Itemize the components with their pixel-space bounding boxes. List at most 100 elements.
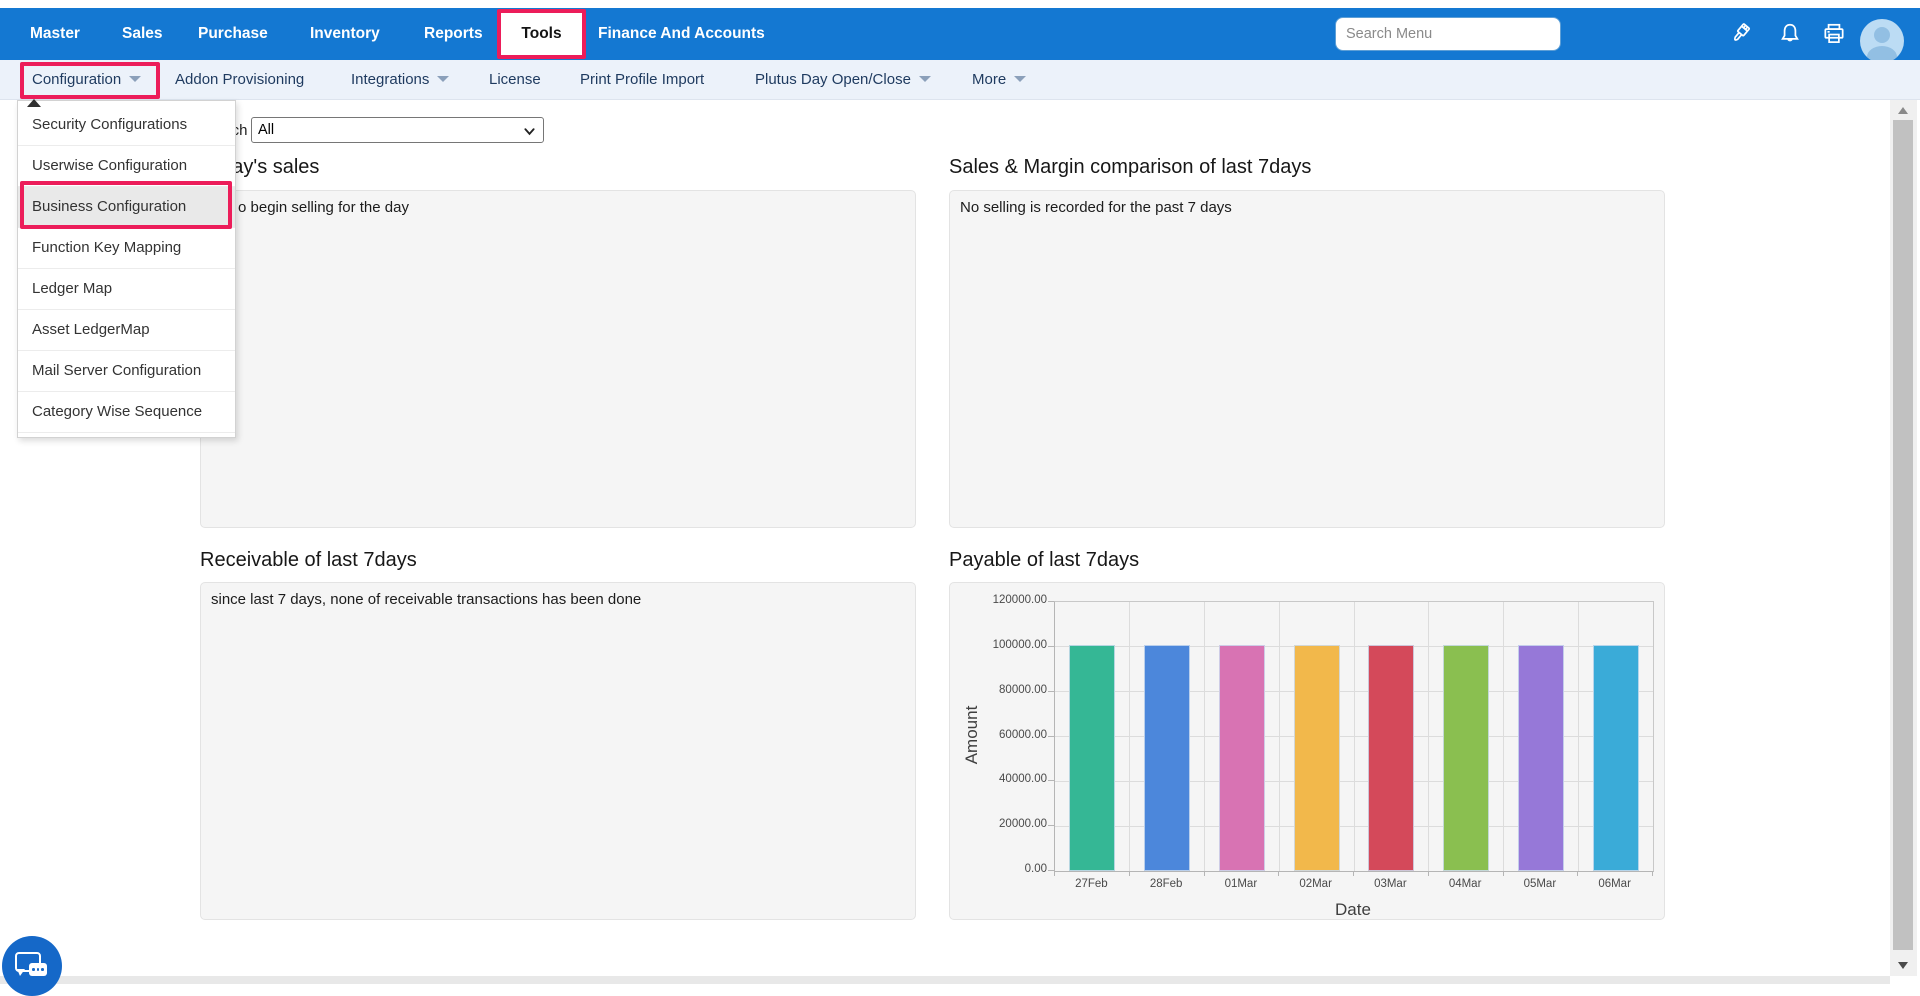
panel-todays-sales: o begin selling for the day <box>200 190 916 528</box>
receivable-message: since last 7 days, none of receivable tr… <box>211 591 641 608</box>
chart-xtick-mark <box>1353 871 1354 876</box>
chart-bar-06Mar[interactable] <box>1593 645 1639 871</box>
brush-icon[interactable] <box>1726 8 1754 60</box>
chart-bar-02Mar[interactable] <box>1294 645 1340 871</box>
tools-sub-nav-bar: Configuration Addon Provisioning Integra… <box>0 60 1920 100</box>
panel-payable-chart: Amount Date 0.0020000.0040000.0060000.00… <box>949 582 1665 920</box>
chart-xtick-mark <box>1129 871 1130 876</box>
chart-xtick-label-03Mar: 03Mar <box>1353 878 1428 890</box>
chart-ytick-label: 100000.00 <box>952 639 1047 651</box>
search-menu-input[interactable] <box>1335 17 1561 51</box>
chart-xtick-mark <box>1577 871 1578 876</box>
menu-item-function-key-mapping[interactable]: Function Key Mapping <box>18 228 235 269</box>
subnav-label: Configuration <box>32 71 121 88</box>
subnav-item-integrations[interactable]: Integrations <box>351 60 449 100</box>
menu-item-mail-server-configuration[interactable]: Mail Server Configuration <box>18 351 235 392</box>
nav-item-inventory[interactable]: Inventory <box>310 8 380 60</box>
chart-bar-01Mar[interactable] <box>1219 645 1265 871</box>
nav-item-tools annotation-box-tools[interactable]: Tools <box>497 9 586 59</box>
chart-xtick-mark <box>1278 871 1279 876</box>
chart-ytick-mark <box>1048 601 1054 602</box>
chart-bar-28Feb[interactable] <box>1144 645 1190 871</box>
nav-item-finance-and-accounts[interactable]: Finance And Accounts <box>598 8 765 60</box>
chart-xtick-label-02Mar: 02Mar <box>1278 878 1353 890</box>
chart-gridline-v <box>1204 602 1205 871</box>
subnav-item-license[interactable]: License <box>489 60 541 100</box>
subnav-label: Plutus Day Open/Close <box>755 71 911 88</box>
menu-item-userwise-configuration[interactable]: Userwise Configuration <box>18 146 235 187</box>
chart-gridline-v <box>1129 602 1130 871</box>
chart-ytick-label: 20000.00 <box>952 818 1047 830</box>
vertical-scrollbar-thumb[interactable] <box>1893 120 1913 950</box>
chart-ytick-label: 40000.00 <box>952 773 1047 785</box>
chevron-down-icon <box>437 76 449 82</box>
nav-item-purchase[interactable]: Purchase <box>198 8 268 60</box>
vertical-scrollbar[interactable] <box>1890 100 1917 976</box>
chart-xtick-label-06Mar: 06Mar <box>1577 878 1652 890</box>
printer-icon[interactable] <box>1820 8 1848 60</box>
branch-select-value: All <box>258 122 274 138</box>
chart-bar-03Mar[interactable] <box>1368 645 1414 871</box>
panel-title-receivable: Receivable of last 7days <box>200 549 417 572</box>
chart-ytick-mark <box>1048 780 1054 781</box>
scroll-up-arrow-icon[interactable] <box>1898 107 1908 114</box>
user-avatar[interactable] <box>1860 19 1904 63</box>
chart-xtick-label-28Feb: 28Feb <box>1129 878 1204 890</box>
chart-ytick-mark <box>1048 825 1054 826</box>
nav-item-sales[interactable]: Sales <box>122 8 163 60</box>
sales-margin-message: No selling is recorded for the past 7 da… <box>960 199 1232 216</box>
subnav-label: Print Profile Import <box>580 71 704 88</box>
panel-title-payable: Payable of last 7days <box>949 549 1139 572</box>
subnav-item-addon-provisioning[interactable]: Addon Provisioning <box>175 60 304 100</box>
chart-ytick-mark <box>1048 646 1054 647</box>
panel-title-sales-margin: Sales & Margin comparison of last 7days <box>949 156 1311 179</box>
nav-item-reports[interactable]: Reports <box>424 8 483 60</box>
chart-bar-27Feb[interactable] <box>1069 645 1115 871</box>
branch-select[interactable]: All <box>251 117 544 143</box>
menu-item-ledger-map[interactable]: Ledger Map <box>18 269 235 310</box>
horizontal-scrollbar-track[interactable] <box>0 976 1890 984</box>
subnav-label: Integrations <box>351 71 429 88</box>
menu-item-asset-ledgermap[interactable]: Asset LedgerMap <box>18 310 235 351</box>
chat-widget-button[interactable] <box>2 936 62 996</box>
menu-item-business-configuration[interactable]: Business Configuration <box>18 187 235 228</box>
chart-xtick-mark <box>1503 871 1504 876</box>
chart-bar-05Mar[interactable] <box>1518 645 1564 871</box>
chart-ytick-label: 120000.00 <box>952 594 1047 606</box>
chevron-down-icon <box>1014 76 1026 82</box>
todays-sales-message: o begin selling for the day <box>238 199 409 216</box>
chart-ytick-label: 0.00 <box>952 863 1047 875</box>
panel-receivable: since last 7 days, none of receivable tr… <box>200 582 916 920</box>
bell-icon[interactable] <box>1776 8 1804 60</box>
chat-bubble-tail <box>17 969 25 976</box>
nav-item-master[interactable]: Master <box>30 8 80 60</box>
subnav-item-configuration[interactable]: Configuration <box>32 60 141 100</box>
menu-item-security-configurations[interactable]: Security Configurations <box>18 105 235 146</box>
scroll-down-arrow-icon[interactable] <box>1898 962 1908 969</box>
configuration-dropdown-menu: Security Configurations Userwise Configu… <box>17 100 236 438</box>
chart-xtick-mark <box>1652 871 1653 876</box>
chart-gridline-v <box>1578 602 1579 871</box>
chart-gridline-v <box>1428 602 1429 871</box>
top-nav-bar: Master Sales Purchase Inventory Reports … <box>0 8 1920 60</box>
chart-ytick-mark <box>1048 691 1054 692</box>
chevron-down-icon <box>919 76 931 82</box>
subnav-item-plutus-day-open-close[interactable]: Plutus Day Open/Close <box>755 60 931 100</box>
subnav-item-more[interactable]: More <box>972 60 1026 100</box>
chart-ytick-label: 60000.00 <box>952 729 1047 741</box>
chart-xtick-label-04Mar: 04Mar <box>1428 878 1503 890</box>
avatar-head-shape <box>1874 27 1890 43</box>
chart-gridline-v <box>1503 602 1504 871</box>
subnav-item-print-profile-import[interactable]: Print Profile Import <box>580 60 704 100</box>
menu-item-category-wise-sequence[interactable]: Category Wise Sequence <box>18 392 235 433</box>
chart-ytick-label: 80000.00 <box>952 684 1047 696</box>
chart-bar-04Mar[interactable] <box>1443 645 1489 871</box>
subnav-label: Addon Provisioning <box>175 71 304 88</box>
subnav-label: More <box>972 71 1006 88</box>
chart-xtick-label-27Feb: 27Feb <box>1054 878 1129 890</box>
panel-sales-margin: No selling is recorded for the past 7 da… <box>949 190 1665 528</box>
chart-gridline-v <box>1354 602 1355 871</box>
chevron-down-icon <box>523 125 536 138</box>
subnav-label: License <box>489 71 541 88</box>
chart-ytick-mark <box>1048 736 1054 737</box>
